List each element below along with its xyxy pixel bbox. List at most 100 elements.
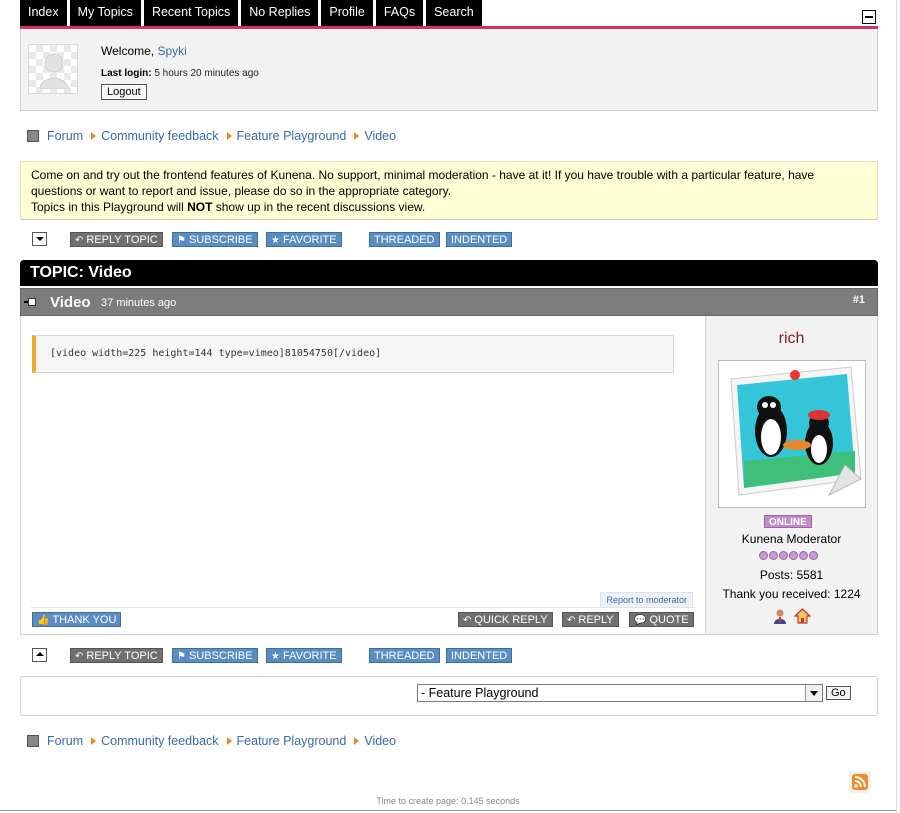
topic-actions-top: ↶ REPLY TOPIC ⚑ SUBSCRIBE ★ FAVORITE THREAD…: [32, 232, 532, 248]
reply-label: REPLY: [578, 614, 614, 626]
toggle-down-icon[interactable]: [32, 232, 47, 246]
quote-bubble-icon: 💬: [634, 615, 647, 626]
tab-profile[interactable]: Profile: [321, 0, 373, 26]
quick-reply-label: QUICK REPLY: [474, 614, 548, 626]
breadcrumb-arrow-icon: [226, 132, 232, 140]
author-icons: [772, 608, 811, 624]
announcement-line: questions or want to report and issue, p…: [31, 184, 452, 198]
rank-stars-icon: [759, 551, 818, 560]
announcement-line: Topics in this Playground will NOT show …: [31, 199, 867, 215]
breadcrumb-community-feedback[interactable]: Community feedback: [101, 734, 218, 748]
star-icon: ★: [271, 651, 280, 662]
home-icon[interactable]: [27, 735, 39, 747]
subscribe-button[interactable]: ⚑ SUBSCRIBE: [172, 648, 258, 663]
chevron-down-icon[interactable]: [805, 685, 822, 701]
favorite-label: FAVORITE: [282, 234, 337, 246]
breadcrumb-video[interactable]: Video: [364, 734, 396, 748]
quick-reply-button[interactable]: ↶ QUICK REPLY: [458, 612, 553, 627]
collapse-profile-icon[interactable]: [862, 10, 876, 24]
breadcrumb-forum[interactable]: Forum: [47, 129, 83, 143]
home-page-icon[interactable]: [794, 608, 811, 624]
breadcrumb-arrow-icon: [354, 737, 360, 745]
author-name[interactable]: rich: [706, 330, 877, 348]
reply-icon: ↶: [463, 615, 472, 626]
reply-icon: ↶: [75, 651, 84, 662]
breadcrumb: Forum Community feedback Feature Playgro…: [27, 129, 396, 143]
page-right-border: [896, 0, 897, 813]
author-rank: Kunena Moderator: [741, 532, 842, 546]
breadcrumb-forum[interactable]: Forum: [47, 734, 83, 748]
reply-button[interactable]: ↶ REPLY: [562, 612, 619, 627]
default-user-icon: [39, 53, 69, 89]
favorite-button[interactable]: ★ FAVORITE: [266, 232, 342, 247]
author-avatar[interactable]: [718, 360, 866, 508]
author-post-count: Posts: 5581: [759, 568, 824, 582]
announcement-emphasis: NOT: [187, 200, 213, 214]
threaded-button[interactable]: THREADED: [369, 648, 440, 663]
profile-box: Welcome, Spyki Last login: 5 hours 20 mi…: [20, 29, 878, 111]
breadcrumb-feature-playground[interactable]: Feature Playground: [237, 129, 347, 143]
favorite-label: FAVORITE: [282, 650, 337, 662]
bbcode-block: [video width=225 height=144 type=vimeo]8…: [32, 335, 674, 373]
rss-feed-button[interactable]: [849, 771, 871, 793]
go-button[interactable]: Go: [826, 686, 851, 700]
breadcrumb-arrow-icon: [91, 737, 97, 745]
tab-no-replies[interactable]: No Replies: [241, 0, 319, 26]
tab-index[interactable]: Index: [20, 0, 67, 26]
topic-title: TOPIC: Video: [20, 260, 878, 286]
breadcrumb-community-feedback[interactable]: Community feedback: [101, 129, 218, 143]
reply-icon: ↶: [75, 235, 84, 246]
message-number[interactable]: #1: [853, 294, 865, 306]
welcome-text: Welcome, Spyki: [101, 44, 187, 58]
top-navigation: Index My Topics Recent Topics No Replies…: [20, 0, 482, 26]
report-to-moderator-link[interactable]: Report to moderator: [600, 592, 693, 608]
logout-button[interactable]: Logout: [101, 84, 147, 100]
home-icon[interactable]: [27, 130, 39, 142]
penguin-avatar-icon: [730, 366, 862, 497]
tab-recent-topics[interactable]: Recent Topics: [143, 0, 239, 26]
breadcrumb-feature-playground[interactable]: Feature Playground: [237, 734, 347, 748]
thumbs-up-icon: 👍: [37, 615, 50, 626]
forum-jump-selected: - Feature Playground: [421, 686, 539, 700]
indented-button[interactable]: INDENTED: [446, 232, 513, 247]
avatar[interactable]: [28, 44, 78, 94]
quote-label: QUOTE: [649, 614, 689, 626]
author-thanks-count: Thank you received: 1224: [722, 587, 861, 601]
breadcrumb-video[interactable]: Video: [364, 129, 396, 143]
favorite-button[interactable]: ★ FAVORITE: [266, 648, 342, 663]
username-link[interactable]: Spyki: [157, 44, 186, 58]
welcome-label: Welcome,: [101, 44, 155, 58]
toggle-up-icon[interactable]: [32, 648, 47, 662]
last-login-label: Last login:: [101, 68, 152, 79]
thank-you-label: THANK YOU: [52, 614, 117, 626]
subscribe-button[interactable]: ⚑ SUBSCRIBE: [172, 232, 258, 247]
message-subject: Video: [50, 294, 91, 311]
breadcrumb-arrow-icon: [226, 737, 232, 745]
reply-topic-label: REPLY TOPIC: [86, 650, 158, 662]
threaded-button[interactable]: THREADED: [369, 232, 440, 247]
message-toggle-icon[interactable]: [24, 298, 36, 306]
flag-icon: ⚑: [177, 235, 186, 246]
forum-jump-select[interactable]: - Feature Playground: [417, 684, 823, 702]
tab-search[interactable]: Search: [426, 0, 482, 26]
page-bottom-border: [0, 810, 896, 811]
announcement-text: show up in the recent discussions view.: [212, 200, 426, 214]
message-time: 37 minutes ago: [101, 297, 177, 309]
subscribe-label: SUBSCRIBE: [188, 650, 253, 662]
tab-faqs[interactable]: FAQs: [375, 0, 424, 26]
reply-topic-button[interactable]: ↶ REPLY TOPIC: [70, 648, 163, 663]
indented-button[interactable]: INDENTED: [446, 648, 513, 663]
category-announcement: Come on and try out the frontend feature…: [20, 161, 878, 220]
flag-icon: ⚑: [177, 651, 186, 662]
reply-topic-button[interactable]: ↶ REPLY TOPIC: [70, 232, 163, 247]
thank-you-button[interactable]: 👍 THANK YOU: [32, 612, 122, 627]
announcement-line: Come on and try out the frontend feature…: [31, 168, 815, 182]
star-icon: ★: [271, 235, 280, 246]
topic-actions-bottom: ↶ REPLY TOPIC ⚑ SUBSCRIBE ★ FAVORITE THREAD…: [32, 648, 532, 664]
forum-jump-box: - Feature Playground Go: [20, 676, 878, 716]
page-generation-time: Time to create page: 0.145 seconds: [376, 796, 520, 806]
user-profile-icon[interactable]: [772, 608, 788, 624]
tab-my-topics[interactable]: My Topics: [69, 0, 141, 26]
quote-button[interactable]: 💬 QUOTE: [629, 612, 694, 627]
message-body: [video width=225 height=144 type=vimeo]8…: [20, 316, 878, 635]
